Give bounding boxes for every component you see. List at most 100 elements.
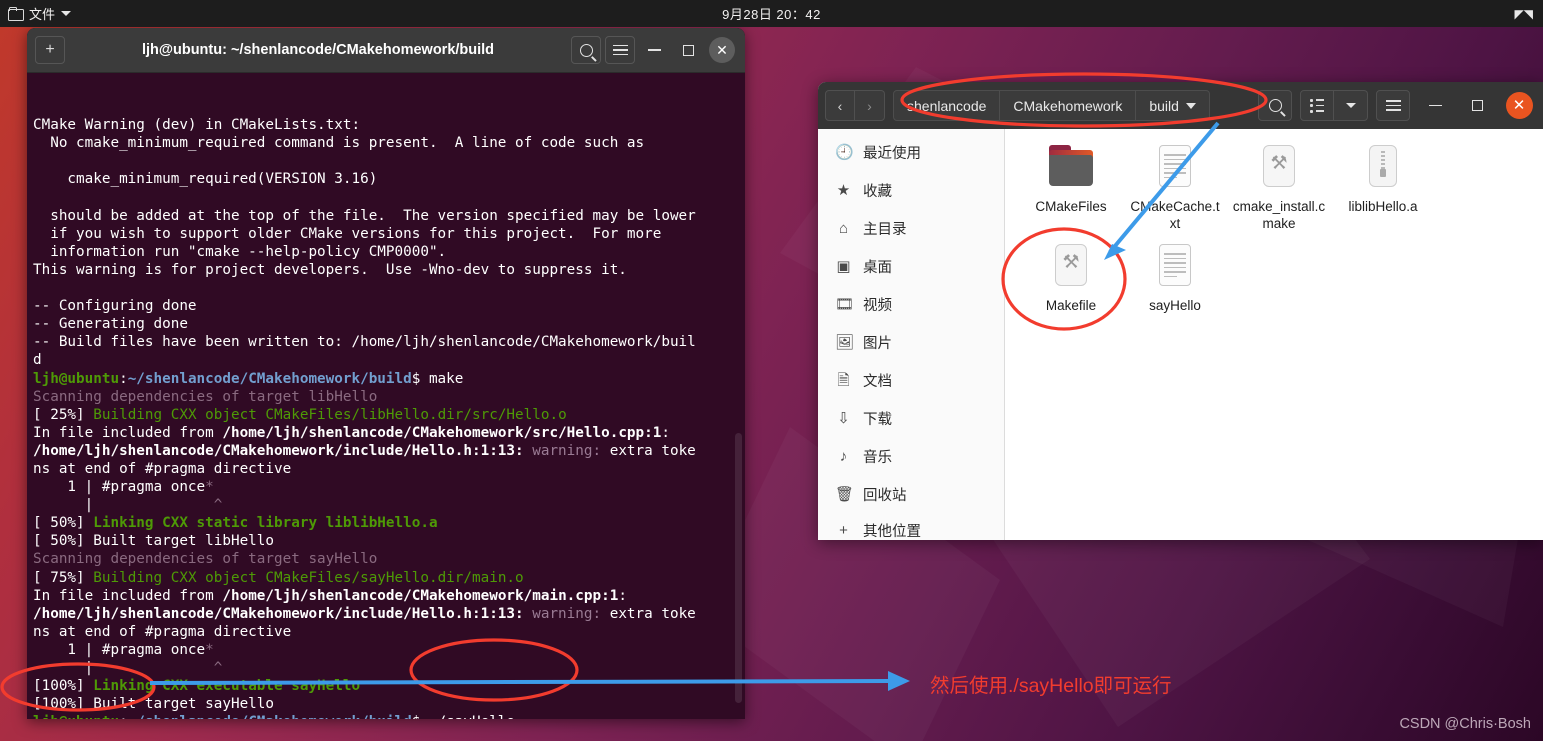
terminal-text: : bbox=[661, 424, 670, 441]
terminal-text: warning: bbox=[532, 605, 602, 622]
terminal-text: -- Configuring done bbox=[33, 298, 197, 315]
terminal-line: ljh@ubuntu:~/shenlancode/CMakehomework/b… bbox=[33, 370, 745, 388]
terminal-close-button[interactable]: ✕ bbox=[707, 35, 737, 65]
terminal-text: ns at end of #pragma directive bbox=[33, 460, 292, 477]
sidebar-item-6[interactable]: 🗎 文档 bbox=[818, 361, 1004, 399]
files-search-button[interactable] bbox=[1258, 90, 1292, 121]
terminal-text: ljh@ubuntu bbox=[33, 370, 120, 387]
terminal-text: Building CXX object CMakeFiles/sayHello.… bbox=[93, 569, 524, 586]
terminal-window-controls[interactable]: ✕ bbox=[571, 35, 737, 65]
terminal-line: [100%] Linking CXX executable sayHello bbox=[33, 677, 745, 695]
close-icon: ✕ bbox=[1505, 92, 1533, 119]
file-item[interactable]: CMakeCache.txt bbox=[1123, 143, 1227, 232]
sidebar-item-7[interactable]: ⇩ 下载 bbox=[818, 399, 1004, 437]
maximize-icon bbox=[1471, 100, 1483, 111]
sidebar-item-9[interactable]: 🗑 回收站 bbox=[818, 475, 1004, 513]
terminal-text: should be added at the top of the file. … bbox=[33, 207, 696, 224]
topbar-clock[interactable]: 9月28日 20：42 bbox=[0, 4, 1543, 23]
terminal-text: -- Generating done bbox=[33, 316, 188, 333]
file-manager-window[interactable]: ‹ › shenlancode CMakehomework build ✕ 🕘 … bbox=[818, 82, 1543, 540]
documents-icon: 🗎 bbox=[837, 371, 850, 389]
terminal-text: : bbox=[119, 714, 128, 719]
breadcrumb-item-shenlancode[interactable]: shenlancode bbox=[893, 90, 1001, 121]
file-item-label: Makefile bbox=[1045, 298, 1097, 313]
sidebar-item-1[interactable]: ★ 收藏 bbox=[818, 171, 1004, 209]
terminal-line: ns at end of #pragma directive bbox=[33, 460, 745, 478]
sidebar-item-0[interactable]: 🕘 最近使用 bbox=[818, 133, 1004, 171]
sidebar-item-8[interactable]: ♪ 音乐 bbox=[818, 437, 1004, 475]
terminal-text: /home/ljh/shenlancode/CMakehomework/incl… bbox=[33, 442, 524, 459]
sidebar-item-5[interactable]: 🖼 图片 bbox=[818, 323, 1004, 361]
navigation-buttons[interactable]: ‹ › bbox=[825, 90, 885, 121]
file-listing-area[interactable]: CMakeFiles CMakeCache.txt ⚒ cmake_install.c… bbox=[1005, 129, 1543, 540]
terminal-scrollbar[interactable] bbox=[735, 433, 742, 703]
terminal-minimize-button[interactable] bbox=[639, 35, 669, 65]
file-item[interactable]: liblibHello.a bbox=[1331, 143, 1435, 232]
chevron-down-icon[interactable] bbox=[61, 11, 72, 16]
trash-icon: 🗑 bbox=[835, 485, 855, 503]
file-item[interactable]: CMakeFiles bbox=[1019, 143, 1123, 232]
files-maximize-button[interactable] bbox=[1460, 89, 1494, 123]
breadcrumb-label: shenlancode bbox=[907, 97, 987, 114]
list-view-button[interactable] bbox=[1300, 90, 1334, 121]
breadcrumb-item-cmakehomework[interactable]: CMakehomework bbox=[1000, 90, 1137, 121]
list-view-icon bbox=[1310, 99, 1324, 113]
terminal-maximize-button[interactable] bbox=[673, 35, 703, 65]
terminal-text: ljh@ubuntu bbox=[33, 714, 119, 719]
terminal-text: extra toke bbox=[601, 442, 696, 459]
terminal-text: [ 50%] Built target libHello bbox=[33, 533, 275, 550]
file-icon-grid[interactable]: CMakeFiles CMakeCache.txt ⚒ cmake_install.c… bbox=[1019, 143, 1533, 324]
breadcrumb-item-build[interactable]: build bbox=[1136, 90, 1210, 121]
sidebar-places-list[interactable]: 🕘 最近使用 ★ 收藏 ⌂ 主目录 ▣ 桌面 🎞 视频 🖼 图片 🗎 文档 ⇩ 下载 ♪ 音乐 🗑 回收站 bbox=[818, 133, 1004, 513]
sidebar-item-label: 视频 bbox=[863, 297, 892, 314]
terminal-output[interactable]: CMake Warning (dev) in CMakeLists.txt: N… bbox=[27, 73, 745, 719]
sidebar-item-2[interactable]: ⌂ 主目录 bbox=[818, 209, 1004, 247]
sidebar-item-4[interactable]: 🎞 视频 bbox=[818, 285, 1004, 323]
terminal-line: 1 | #pragma once* bbox=[33, 641, 745, 659]
terminal-text: [100%] bbox=[33, 678, 94, 695]
terminal-search-button[interactable] bbox=[571, 36, 601, 64]
terminal-titlebar[interactable]: + ljh@ubuntu: ~/shenlancode/CMakehomewor… bbox=[27, 28, 745, 73]
topbar-app-menu[interactable]: 文件 bbox=[0, 4, 72, 23]
script-icon: ⚒ bbox=[1047, 242, 1095, 292]
terminal-text: | bbox=[33, 497, 214, 514]
file-manager-sidebar[interactable]: 🕘 最近使用 ★ 收藏 ⌂ 主目录 ▣ 桌面 🎞 视频 🖼 图片 🗎 文档 ⇩ 下载 ♪ 音乐 🗑 回收站 + 其他位… bbox=[818, 129, 1005, 540]
system-indicators-icon[interactable]: ◤◥ bbox=[1515, 7, 1533, 21]
terminal-text: CMake Warning (dev) in CMakeLists.txt: bbox=[33, 117, 361, 134]
terminal-line: 1 | #pragma once* bbox=[33, 478, 745, 496]
terminal-window[interactable]: + ljh@ubuntu: ~/shenlancode/CMakehomewor… bbox=[27, 28, 745, 719]
recent-icon: 🕘 bbox=[835, 143, 854, 161]
terminal-text: information run "cmake --help-policy CMP… bbox=[33, 243, 447, 260]
breadcrumb[interactable]: shenlancode CMakehomework build bbox=[893, 90, 1210, 121]
file-manager-headerbar[interactable]: ‹ › shenlancode CMakehomework build ✕ bbox=[818, 82, 1543, 129]
chevron-down-icon[interactable] bbox=[1185, 102, 1196, 109]
back-button[interactable]: ‹ bbox=[825, 90, 855, 121]
music-icon: ♪ bbox=[839, 447, 848, 465]
file-manager-body: 🕘 最近使用 ★ 收藏 ⌂ 主目录 ▣ 桌面 🎞 视频 🖼 图片 🗎 文档 ⇩ 下载 ♪ 音乐 🗑 回收站 + 其他位… bbox=[818, 129, 1543, 540]
forward-button[interactable]: › bbox=[855, 90, 885, 121]
terminal-line: [ 50%] Linking CXX static library liblib… bbox=[33, 514, 745, 532]
view-mode-group[interactable] bbox=[1300, 90, 1368, 121]
file-item[interactable]: ⚒ Makefile bbox=[1019, 242, 1123, 314]
terminal-text: [ 75%] bbox=[33, 569, 94, 586]
new-tab-button[interactable]: + bbox=[35, 36, 65, 64]
file-item-label: CMakeFiles bbox=[1035, 199, 1107, 214]
sidebar-item-other-locations[interactable]: + 其他位置 bbox=[818, 520, 1004, 540]
files-minimize-button[interactable] bbox=[1418, 89, 1452, 123]
terminal-text: Linking CXX executable sayHello bbox=[93, 678, 361, 695]
files-close-button[interactable]: ✕ bbox=[1502, 89, 1536, 123]
view-options-button[interactable] bbox=[1334, 90, 1368, 121]
star-icon: ★ bbox=[836, 181, 851, 199]
files-menu-button[interactable] bbox=[1376, 90, 1410, 121]
file-item[interactable]: ⚒ cmake_install.cmake bbox=[1227, 143, 1331, 232]
minimize-icon bbox=[647, 49, 661, 51]
terminal-text: /home/ljh/shenlancode/CMakehomework/incl… bbox=[33, 605, 524, 622]
search-icon bbox=[579, 43, 593, 57]
terminal-text: | bbox=[33, 660, 214, 676]
hamburger-icon bbox=[1385, 100, 1401, 111]
topbar-indicators[interactable]: ◤◥ bbox=[1515, 7, 1543, 21]
terminal-menu-button[interactable] bbox=[605, 36, 635, 64]
terminal-line: cmake_minimum_required(VERSION 3.16) bbox=[33, 170, 745, 188]
file-item[interactable]: sayHello bbox=[1123, 242, 1227, 314]
sidebar-item-3[interactable]: ▣ 桌面 bbox=[818, 247, 1004, 285]
